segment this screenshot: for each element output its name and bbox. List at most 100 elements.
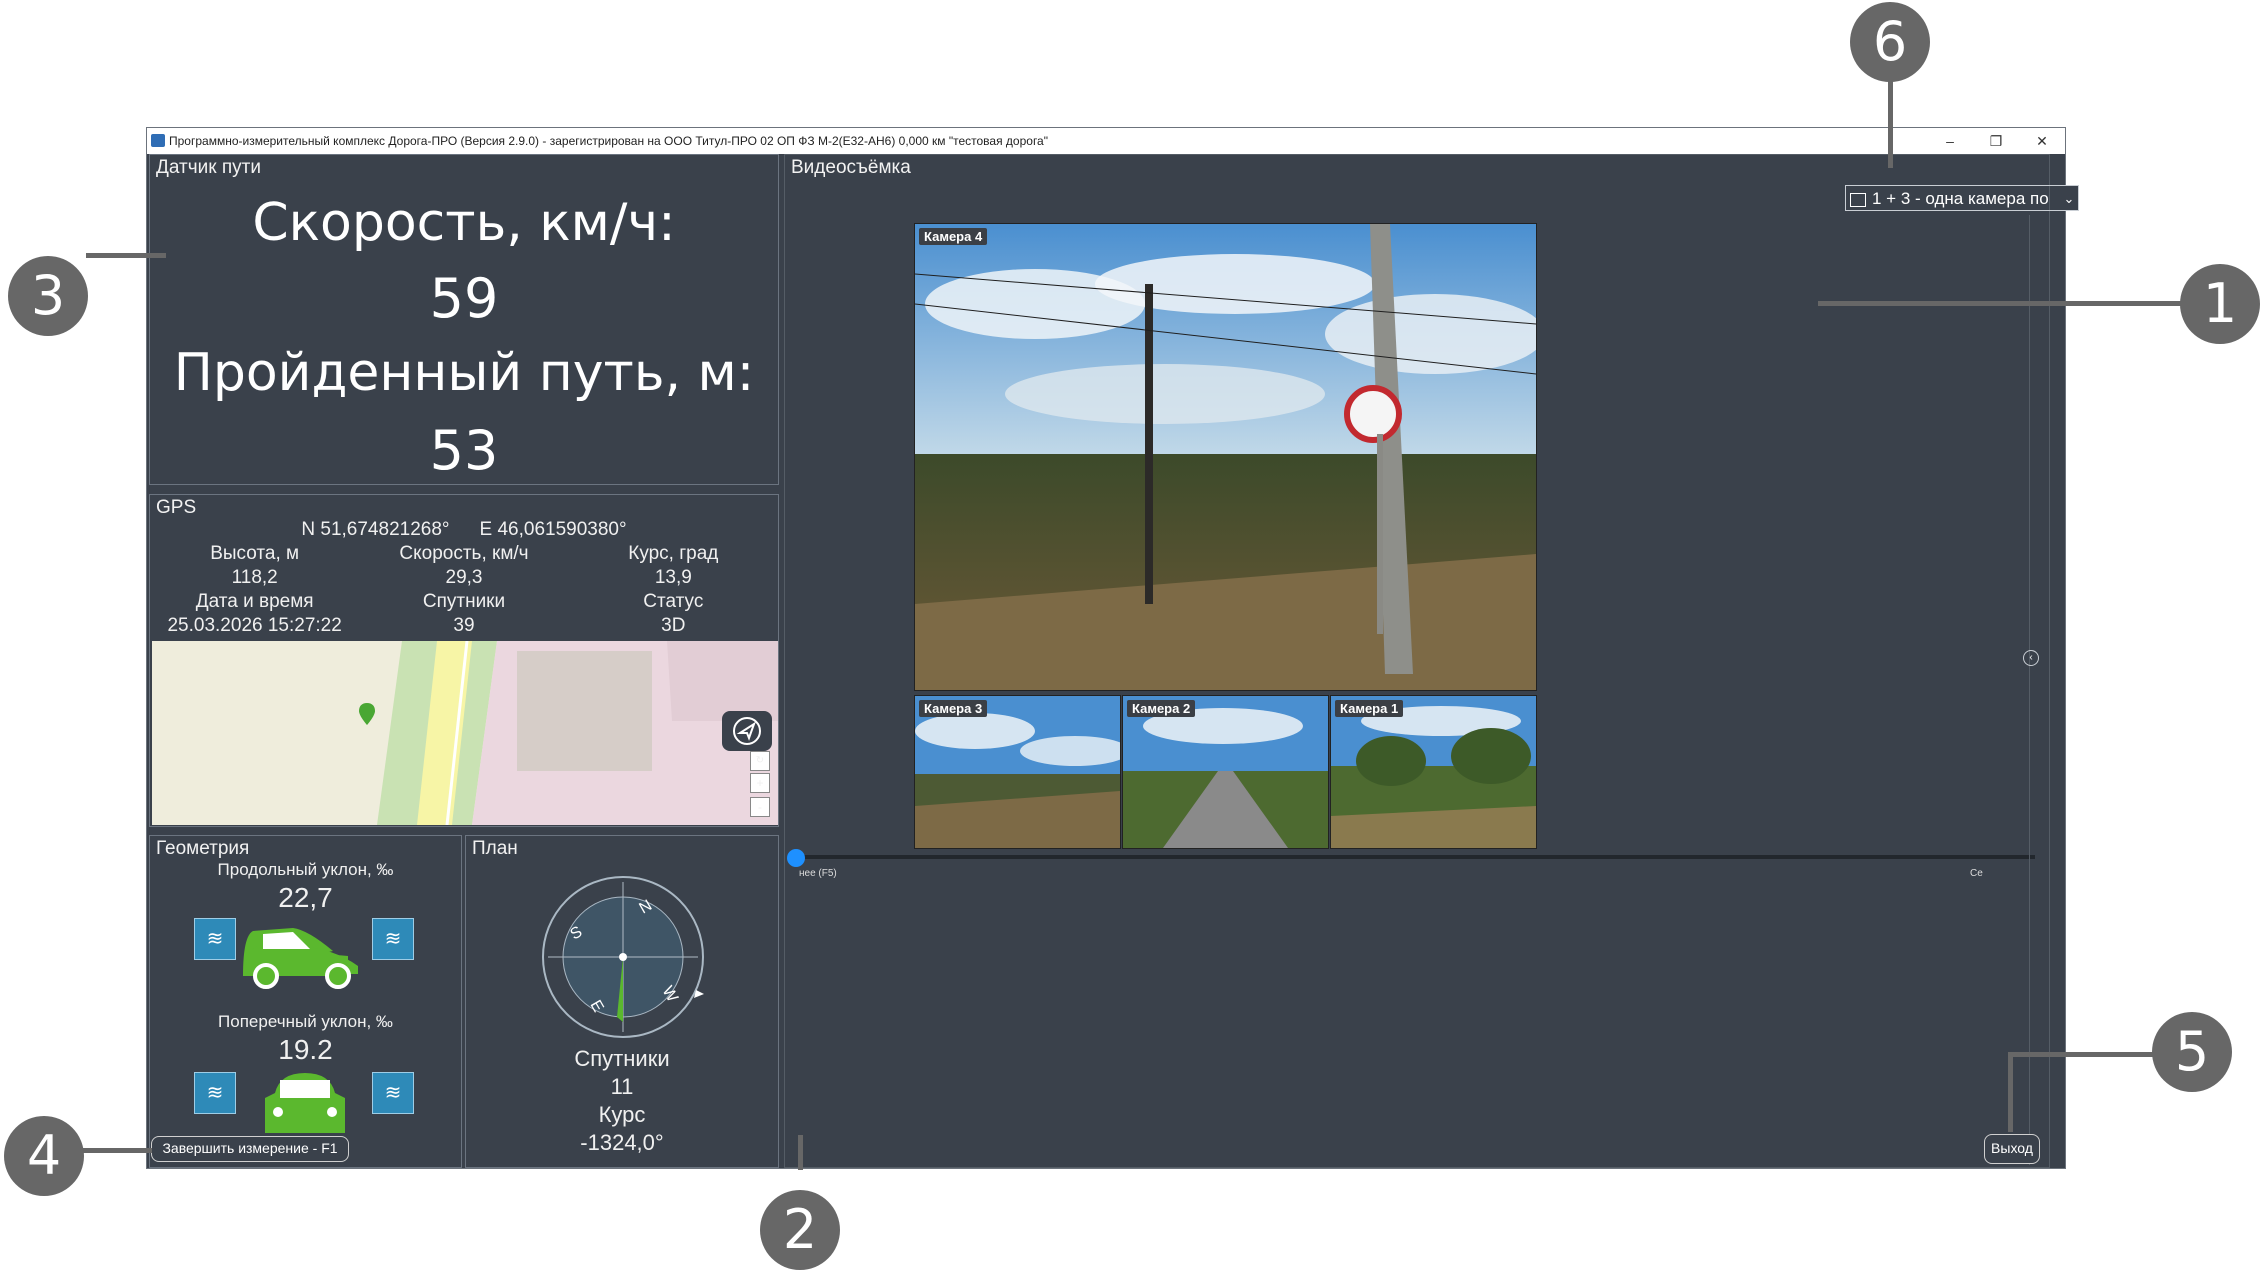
maximize-button[interactable]: ❐: [1973, 128, 2019, 154]
side-collapse-button[interactable]: ‹: [2023, 650, 2039, 666]
location-pin-icon: [359, 703, 375, 725]
plan-panel: План N E S W Спутники 11 Курс -1324,0°: [465, 835, 779, 1168]
plan-satellites-label: Спутники: [574, 1046, 670, 1071]
odometer-title: Датчик пути: [156, 157, 261, 178]
camera-1-view[interactable]: Камера 1: [1330, 695, 1537, 849]
distance-label: Пройденный путь, м:: [173, 343, 755, 403]
camera-4-image: [915, 224, 1536, 690]
geometry-panel: Геометрия Продольный уклон, ‰ 22,7 ≋ ≋ П…: [149, 835, 462, 1168]
callout-2: 2: [760, 1190, 840, 1270]
callout-1-line: [1818, 301, 2218, 306]
wifi-icon: ≋: [206, 928, 224, 950]
callout-6: 6: [1850, 2, 1930, 82]
wifi-icon: ≋: [384, 928, 402, 950]
timeline-right-label: Се: [1970, 868, 1983, 879]
layout-select[interactable]: 1 + 3 - одна камера по ⌄: [1845, 185, 2079, 211]
compass-icon: N E S W: [542, 876, 704, 1038]
gps-speed-label: Скорость, км/ч: [399, 543, 529, 564]
gps-datetime-value: 25.03.2026 15:27:22: [167, 615, 342, 636]
wifi-icon: ≋: [384, 1082, 402, 1104]
gps-altitude-label: Высота, м: [210, 543, 300, 564]
side-divider: [2029, 215, 2030, 1165]
map-rotate-button[interactable]: ↻: [750, 751, 770, 771]
timeline-left-label: нее (F5): [799, 868, 837, 879]
wifi-icon: ≋: [206, 1082, 224, 1104]
gps-coordinates: N 51,674821268° E 46,061590380°: [150, 519, 778, 541]
plan-course-value: -1324,0°: [580, 1130, 664, 1155]
car-front-icon: [265, 1073, 345, 1133]
cross-slope-label: Поперечный уклон, ‰: [218, 1012, 393, 1031]
close-button[interactable]: ✕: [2019, 128, 2065, 154]
plan-title: План: [472, 838, 518, 859]
callout-4-line: [82, 1148, 152, 1153]
camera-3-image: [915, 696, 1120, 848]
gps-row2-values: 25.03.2026 15:27:22 39 3D: [150, 615, 778, 637]
gps-status-value: 3D: [661, 615, 686, 636]
plan-course-label: Курс: [598, 1102, 646, 1127]
minimize-button[interactable]: –: [1927, 128, 1973, 154]
gps-speed-value: 29,3: [445, 567, 483, 588]
callout-1: 1: [2180, 264, 2260, 344]
callout-5-line-vertical: [2008, 1052, 2013, 1132]
long-slope-label: Продольный уклон, ‰: [217, 860, 394, 879]
gps-row1-labels: Высота, м Скорость, км/ч Курс, град: [150, 543, 778, 565]
camera-3-view[interactable]: Камера 3: [914, 695, 1121, 849]
gps-status-label: Статус: [643, 591, 704, 612]
gps-row2-labels: Дата и время Спутники Статус: [150, 591, 778, 613]
gps-satellites-label: Спутники: [422, 591, 506, 612]
distance-value: 53: [429, 419, 499, 482]
rear-sensor-left: ≋: [194, 1072, 236, 1114]
map-zoom-out-button[interactable]: -: [750, 797, 770, 817]
front-sensor-right: ≋: [372, 918, 414, 960]
gps-panel: GPS N 51,674821268° E 46,061590380° Высо…: [149, 494, 779, 827]
callout-5: 5: [2152, 1012, 2232, 1092]
map-tiles: [152, 641, 778, 825]
callout-4: 4: [4, 1116, 84, 1196]
callout-2-line: [798, 1135, 803, 1170]
callout-3: 3: [8, 256, 88, 336]
geometry-title: Геометрия: [156, 838, 250, 859]
camera-4-view[interactable]: Камера 4: [914, 223, 1537, 691]
grid-layout-icon: [1850, 192, 1866, 207]
gps-row1-values: 118,2 29,3 13,9: [150, 567, 778, 589]
exit-button[interactable]: Выход: [1984, 1134, 2040, 1164]
callout-6-line: [1888, 80, 1893, 168]
gps-altitude-value: 118,2: [231, 567, 278, 588]
chevron-left-icon: ‹: [2029, 652, 2033, 663]
camera-3-label: Камера 3: [919, 700, 988, 717]
gps-course-value: 13,9: [654, 567, 692, 588]
callout-3-line: [86, 253, 166, 258]
video-timeline-handle[interactable]: [787, 849, 805, 867]
speed-value: 59: [429, 267, 499, 330]
callout-5-line: [2012, 1052, 2162, 1057]
chevron-down-icon: ⌄: [2060, 186, 2078, 210]
gps-satellites-value: 39: [453, 615, 475, 636]
camera-4-label: Камера 4: [919, 228, 988, 245]
car-side-icon: [243, 928, 358, 989]
camera-1-image: [1331, 696, 1536, 848]
video-panel: Видеосъёмка 1 + 3 - одна камера по ⌄ Кам…: [784, 154, 2079, 1168]
app-icon: [151, 134, 165, 147]
gps-title: GPS: [156, 497, 197, 518]
navigation-icon: [733, 717, 761, 745]
video-title: Видеосъёмка: [791, 157, 911, 178]
speed-label: Скорость, км/ч:: [252, 193, 676, 253]
rotate-icon: ↻: [755, 755, 765, 766]
rear-sensor-right: ≋: [372, 1072, 414, 1114]
camera-2-view[interactable]: Камера 2: [1122, 695, 1329, 849]
title-bar: Программно-измерительный комплекс Дорога…: [147, 128, 2065, 154]
gps-map[interactable]: ↻ + -: [152, 641, 778, 825]
map-locate-button[interactable]: [722, 711, 772, 751]
video-timeline-track[interactable]: [795, 855, 2035, 859]
gps-datetime-label: Дата и время: [195, 591, 314, 612]
window-title: Программно-измерительный комплекс Дорога…: [169, 134, 1048, 148]
gps-course-label: Курс, град: [628, 543, 719, 564]
finish-measurement-button[interactable]: Завершить измерение - F1: [151, 1136, 349, 1162]
map-zoom-in-button[interactable]: +: [750, 773, 770, 793]
front-sensor-left: ≋: [194, 918, 236, 960]
camera-2-image: [1123, 696, 1328, 848]
gps-latitude: N 51,674821268°: [301, 519, 450, 540]
app-window: Программно-измерительный комплекс Дорога…: [146, 127, 2079, 1169]
gps-longitude: E 46,061590380°: [479, 519, 627, 540]
layout-select-value: 1 + 3 - одна камера по: [1872, 189, 2049, 208]
